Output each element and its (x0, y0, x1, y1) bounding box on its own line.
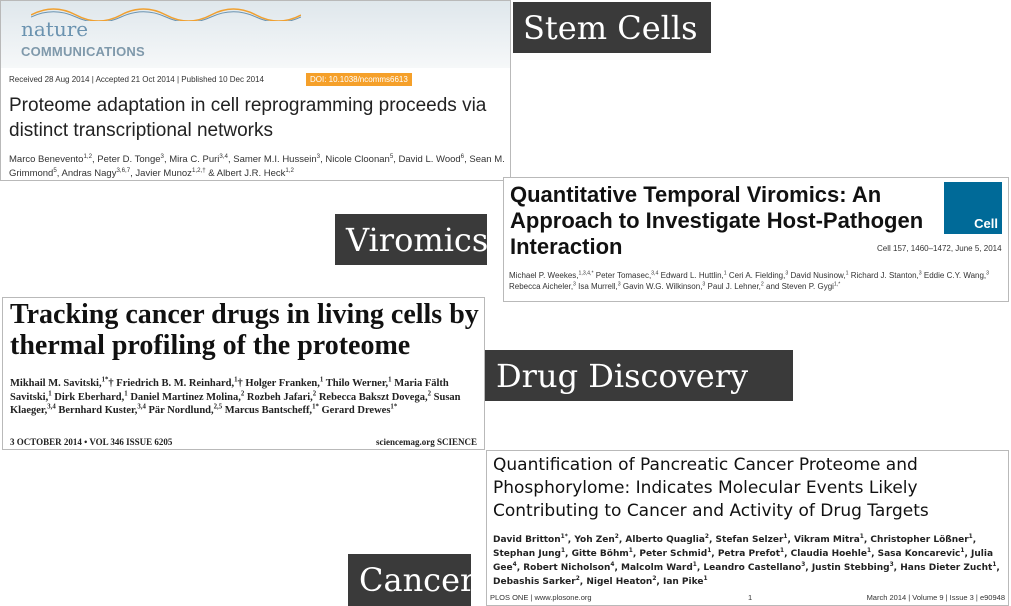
article-title: Proteome adaptation in cell reprogrammin… (9, 95, 487, 141)
citation: Cell 157, 1460–1472, June 5, 2014 (877, 244, 1002, 253)
author-list: Mikhail M. Savitski,1*† Friedrich B. M. … (10, 376, 461, 416)
article-title: Quantitative Temporal Viromics: An Appro… (510, 182, 924, 259)
plos-one-article: Quantification of Pancreatic Cancer Prot… (486, 450, 1009, 606)
journal-logo-communications: COMMUNICATIONS (21, 44, 145, 59)
author-list: Marco Benevento1,2, Peter D. Tonge3, Mir… (9, 152, 505, 179)
issue-info: March 2014 | Volume 9 | Issue 3 | e90948 (866, 593, 1005, 602)
author-list: Michael P. Weekes,1,3,4,* Peter Tomasec,… (509, 270, 990, 291)
page-number: 1 (748, 593, 753, 602)
cell-article: Quantitative Temporal Viromics: An Appro… (503, 177, 1009, 302)
label-stem-cells: Stem Cells (513, 2, 711, 53)
journal-header: nature COMMUNICATIONS (1, 1, 510, 68)
article-title: Tracking cancer drugs in living cells by… (10, 299, 479, 361)
label-drug-discovery: Drug Discovery (485, 350, 793, 401)
science-article: Tracking cancer drugs in living cells by… (2, 297, 485, 450)
article-footer: 3 OCTOBER 2014 • VOL 346 ISSUE 6205 scie… (10, 437, 477, 447)
article-dates: Received 28 Aug 2014 | Accepted 21 Oct 2… (9, 75, 265, 84)
author-list: David Britton1*, Yoh Zen2, Alberto Quagl… (493, 534, 1000, 587)
journal-site: PLOS ONE | www.plosone.org (490, 593, 592, 602)
journal-logo-nature: nature (21, 17, 89, 41)
journal-site: sciencemag.org SCIENCE (376, 437, 477, 447)
issue-info: 3 OCTOBER 2014 • VOL 346 ISSUE 6205 (10, 437, 173, 447)
article-title: Quantification of Pancreatic Cancer Prot… (493, 455, 929, 521)
label-cancer: Cancer (348, 554, 475, 606)
doi-badge[interactable]: DOI: 10.1038/ncomms6613 (306, 73, 412, 86)
nature-communications-article: nature COMMUNICATIONS Received 28 Aug 20… (0, 0, 511, 181)
cell-journal-logo: Cell (944, 182, 1002, 234)
label-viromics: Viromics (335, 214, 488, 265)
